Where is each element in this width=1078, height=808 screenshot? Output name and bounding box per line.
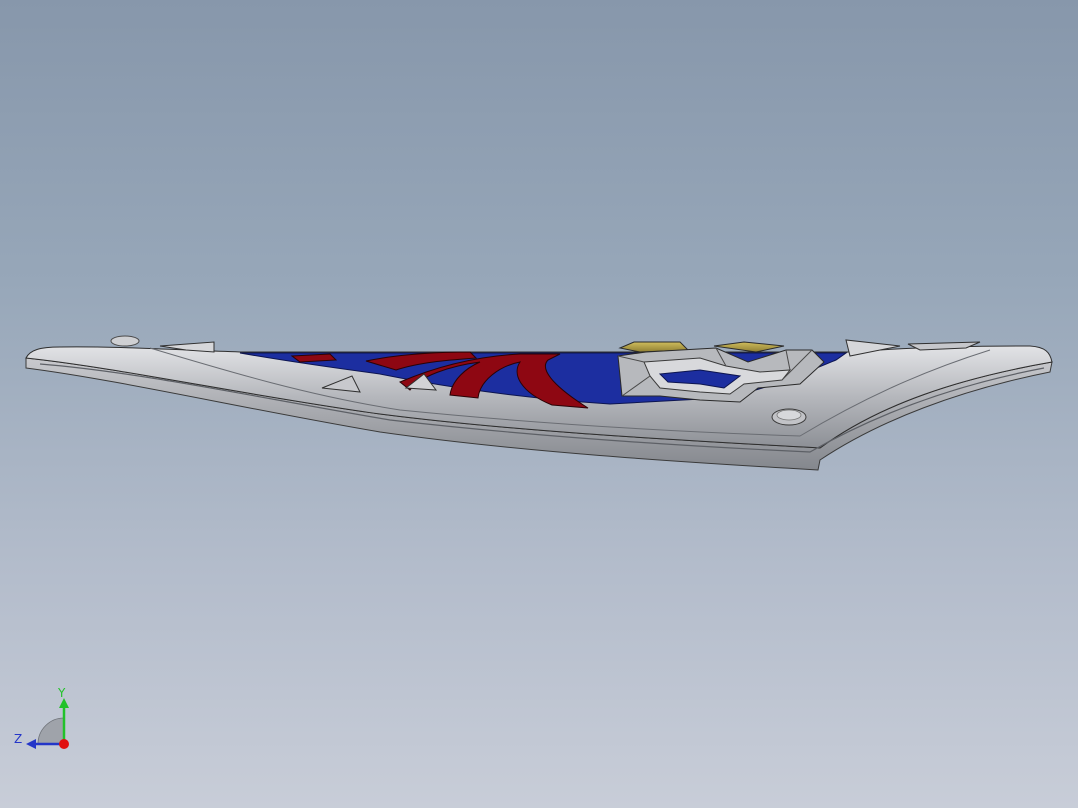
z-axis-label: Z — [14, 732, 22, 746]
x-axis-dot — [59, 739, 69, 749]
red-wing-left — [290, 353, 338, 363]
rivet-left — [110, 335, 140, 347]
rivet-right-inner — [776, 409, 802, 421]
emblem-gold-right — [713, 341, 785, 353]
y-axis-label: Y — [57, 686, 66, 700]
triad-base-quadrant — [37, 717, 65, 745]
shield-part-icon[interactable] — [0, 0, 1078, 808]
graphics-viewport[interactable]: Y Z — [0, 0, 1078, 808]
z-axis-arrow — [26, 739, 36, 749]
view-orientation-triad[interactable]: Y Z — [10, 686, 80, 756]
